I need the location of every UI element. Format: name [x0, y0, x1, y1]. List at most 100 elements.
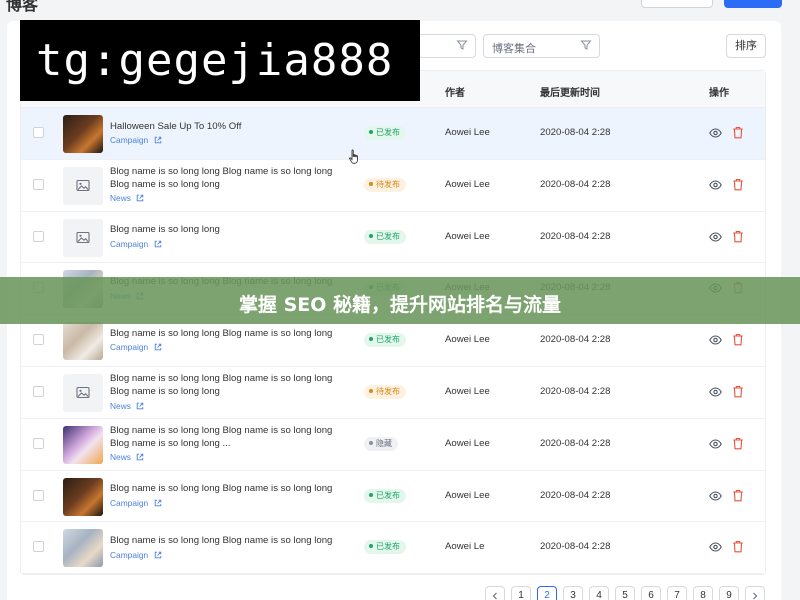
- row-checkbox[interactable]: [33, 127, 44, 138]
- status-label: 已发布: [376, 335, 400, 345]
- thumbnail-image: [63, 322, 103, 361]
- header-primary-button[interactable]: [724, 0, 782, 8]
- next-page-button[interactable]: [745, 586, 765, 600]
- trash-icon[interactable]: [732, 126, 744, 139]
- page-number-button[interactable]: 2: [537, 586, 557, 600]
- row-checkbox[interactable]: [33, 437, 44, 449]
- blog-tag-label: Campaign: [110, 497, 149, 508]
- page-title: 博客: [6, 0, 39, 14]
- table-row[interactable]: Blog name is so long long Campaign 已发布 A…: [21, 211, 765, 264]
- status-badge: 已发布: [364, 540, 406, 555]
- author-name: Aowei Le: [445, 541, 485, 553]
- eye-icon[interactable]: [709, 334, 722, 346]
- row-checkbox[interactable]: [33, 489, 44, 501]
- page-number-button[interactable]: 6: [641, 586, 661, 600]
- blog-tag-label: News: [110, 193, 131, 204]
- blog-title[interactable]: Halloween Sale Up To 10% Off: [110, 121, 350, 134]
- page-number-button[interactable]: 7: [667, 586, 687, 600]
- status-label: 待发布: [376, 179, 400, 189]
- page-number-button[interactable]: 3: [563, 586, 583, 600]
- eye-icon[interactable]: [709, 490, 722, 502]
- row-checkbox[interactable]: [33, 385, 44, 397]
- thumbnail-image: [63, 529, 103, 568]
- blog-tag-link[interactable]: Campaign: [110, 239, 162, 249]
- image-icon: [76, 179, 90, 191]
- trash-icon[interactable]: [732, 385, 744, 398]
- status-dot: [369, 181, 373, 186]
- status-dot: [369, 492, 373, 497]
- status-badge: 待发布: [364, 177, 406, 192]
- row-checkbox[interactable]: [33, 541, 44, 553]
- updated-time: 2020-08-04 2:28: [540, 178, 611, 190]
- blog-title[interactable]: Blog name is so long long Blog name is s…: [110, 483, 350, 496]
- page-number-button[interactable]: 9: [719, 586, 739, 600]
- eye-icon[interactable]: [709, 127, 722, 139]
- trash-icon[interactable]: [732, 540, 744, 553]
- row-checkbox[interactable]: [33, 230, 44, 242]
- row-checkbox[interactable]: [33, 334, 44, 346]
- blog-tag-link[interactable]: Campaign: [110, 135, 162, 145]
- table-row[interactable]: Blog name is so long long Blog name is s…: [21, 418, 765, 471]
- trash-icon[interactable]: [732, 333, 744, 346]
- page-number-button[interactable]: 4: [589, 586, 609, 600]
- watermark: tg:gegejia888: [20, 20, 420, 101]
- status-label: 已发布: [376, 128, 400, 137]
- status-dot: [369, 233, 373, 238]
- blog-title[interactable]: Blog name is so long long: [110, 224, 350, 237]
- blog-tag-label: Campaign: [110, 549, 149, 560]
- author-name: Aowei Lee: [445, 127, 490, 138]
- header-secondary-button[interactable]: [641, 0, 713, 8]
- table-row[interactable]: Blog name is so long long Blog name is s…: [21, 470, 765, 523]
- eye-icon[interactable]: [709, 438, 722, 450]
- status-badge: 待发布: [364, 384, 406, 399]
- blog-tag-link[interactable]: Campaign: [110, 498, 162, 508]
- table-row[interactable]: Blog name is so long long Blog name is s…: [21, 159, 765, 212]
- blog-tag-link[interactable]: News: [110, 452, 144, 462]
- eye-icon[interactable]: [709, 386, 722, 398]
- row-checkbox[interactable]: [33, 178, 44, 190]
- eye-icon[interactable]: [709, 231, 722, 243]
- page-number-button[interactable]: 8: [693, 586, 713, 600]
- trash-icon[interactable]: [732, 178, 744, 191]
- page-number-button[interactable]: 5: [615, 586, 635, 600]
- thumbnail-image: [63, 115, 103, 153]
- page-number-button[interactable]: 1: [511, 586, 531, 600]
- blog-title[interactable]: Blog name is so long long Blog name is s…: [110, 425, 350, 450]
- filter-select-1[interactable]: [418, 34, 476, 58]
- blog-tag-link[interactable]: Campaign: [110, 550, 162, 560]
- table-row[interactable]: Halloween Sale Up To 10% Off Campaign 已发…: [21, 108, 765, 160]
- image-icon: [76, 231, 90, 243]
- updated-time: 2020-08-04 2:28: [540, 541, 611, 553]
- prev-page-button[interactable]: [485, 586, 505, 600]
- trash-icon[interactable]: [732, 230, 744, 243]
- eye-icon[interactable]: [709, 179, 722, 191]
- updated-time: 2020-08-04 2:28: [540, 385, 611, 397]
- blog-title[interactable]: Blog name is so long long Blog name is s…: [110, 166, 350, 191]
- blog-tag-link[interactable]: Campaign: [110, 342, 162, 352]
- blog-title[interactable]: Blog name is so long long Blog name is s…: [110, 373, 350, 398]
- trash-icon[interactable]: [732, 489, 744, 502]
- blog-title[interactable]: Blog name is so long long Blog name is s…: [110, 535, 350, 548]
- table-row[interactable]: Blog name is so long long Blog name is s…: [21, 522, 765, 575]
- blog-tag-link[interactable]: News: [110, 401, 144, 411]
- blog-title[interactable]: Blog name is so long long Blog name is s…: [110, 328, 350, 341]
- thumbnail-image: [63, 477, 103, 516]
- blog-tag-link[interactable]: News: [110, 193, 144, 203]
- author-name: Aowei Lee: [445, 178, 490, 190]
- external-link-icon: [137, 454, 144, 461]
- status-badge: 已发布: [364, 488, 406, 503]
- status-label: 已发布: [376, 490, 400, 500]
- collection-filter-select[interactable]: 博客集合: [483, 34, 600, 58]
- collection-filter-label: 博客集合: [492, 43, 536, 55]
- table-row[interactable]: Blog name is so long long Blog name is s…: [21, 366, 765, 419]
- blog-tag-label: Campaign: [110, 135, 149, 146]
- external-link-icon: [154, 137, 161, 144]
- trash-icon[interactable]: [732, 437, 744, 450]
- header-updated: 最后更新时间: [540, 88, 600, 99]
- image-icon: [76, 386, 90, 399]
- eye-icon[interactable]: [709, 541, 722, 553]
- sort-button[interactable]: 排序: [726, 34, 766, 58]
- filter-icon: [456, 40, 468, 50]
- status-label: 已发布: [376, 542, 400, 552]
- status-badge: 已发布: [364, 333, 406, 348]
